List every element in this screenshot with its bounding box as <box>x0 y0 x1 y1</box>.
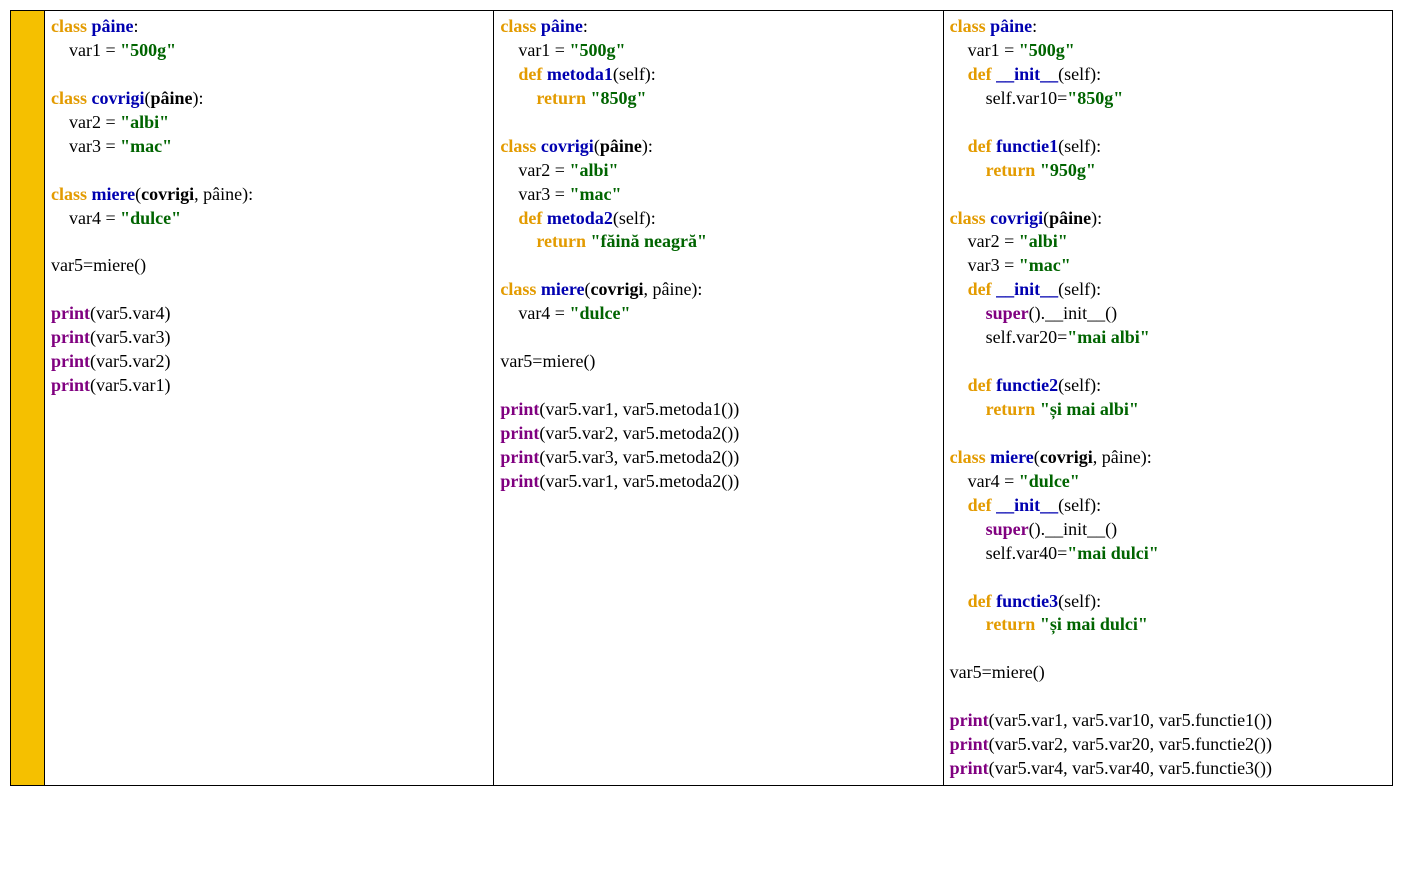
row-handle <box>11 11 45 786</box>
code-cell-2: class pâine: var1 = "500g" def metoda1(s… <box>494 11 943 786</box>
code-cell-3: class pâine: var1 = "500g" def __init__(… <box>943 11 1392 786</box>
code-block-2: class pâine: var1 = "500g" def metoda1(s… <box>500 15 936 494</box>
code-cell-1: class pâine: var1 = "500g" class covrigi… <box>45 11 494 786</box>
code-block-3: class pâine: var1 = "500g" def __init__(… <box>950 15 1386 781</box>
code-comparison-table: class pâine: var1 = "500g" class covrigi… <box>10 10 1393 786</box>
code-block-1: class pâine: var1 = "500g" class covrigi… <box>51 15 487 398</box>
